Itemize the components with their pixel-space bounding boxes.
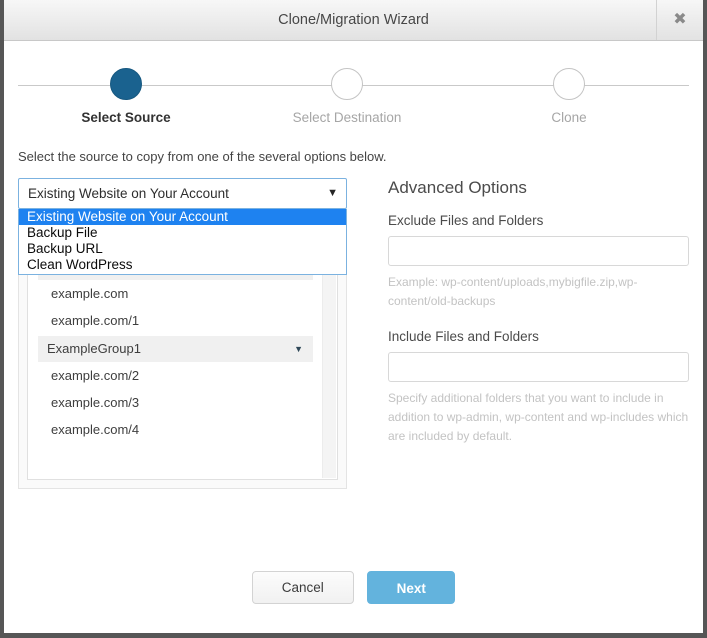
tree-item[interactable]: example.com/4 (28, 416, 323, 443)
tree-group-header[interactable]: ExampleGroup1 ▼ (38, 336, 313, 362)
source-select[interactable]: Existing Website on Your Account ▼ (18, 178, 347, 209)
include-files-input[interactable] (388, 352, 689, 382)
step-label-select-source: Select Source (26, 110, 226, 125)
step-label-select-destination: Select Destination (247, 110, 447, 125)
close-icon: ✖ (657, 0, 703, 40)
site-tree-scrollbar[interactable] (322, 244, 336, 478)
step-bubble-clone (553, 68, 585, 100)
chevron-down-icon: ▼ (327, 179, 338, 208)
advanced-options-column: Advanced Options Exclude Files and Folde… (388, 178, 689, 464)
cancel-button[interactable]: Cancel (252, 571, 354, 604)
tree-item[interactable]: example.com/3 (28, 389, 323, 416)
step-bubble-select-destination (331, 68, 363, 100)
wizard-content: Select the source to copy from one of th… (4, 149, 703, 489)
next-button[interactable]: Next (367, 571, 455, 604)
source-option-clean-wordpress[interactable]: Clean WordPress (19, 257, 346, 273)
wizard-footer: Cancel Next (4, 571, 703, 604)
wizard-window: Clone/Migration Wizard ✖ Select Source S… (0, 0, 707, 638)
source-select-options: Existing Website on Your Account Backup … (18, 209, 347, 275)
site-tree-scrollarea: ExampleGroup ▼ example.com example.com/1… (28, 243, 323, 479)
site-tree-list: ExampleGroup ▼ example.com example.com/1… (27, 242, 338, 480)
source-option-backup-file[interactable]: Backup File (19, 225, 346, 241)
source-option-backup-url[interactable]: Backup URL (19, 241, 346, 257)
exclude-files-input[interactable] (388, 236, 689, 266)
tree-item[interactable]: example.com (28, 280, 323, 307)
instruction-text: Select the source to copy from one of th… (18, 149, 689, 164)
step-select-source[interactable]: Select Source (26, 57, 226, 125)
tree-group-label: ExampleGroup1 (47, 336, 141, 362)
step-clone[interactable]: Clone (469, 57, 669, 125)
exclude-field-label: Exclude Files and Folders (388, 213, 689, 228)
step-label-clone: Clone (469, 110, 669, 125)
exclude-field-help: Example: wp-content/uploads,mybigfile.zi… (388, 273, 689, 311)
chevron-down-icon: ▼ (294, 336, 303, 362)
source-select-value: Existing Website on Your Account (28, 179, 229, 208)
include-field-help: Specify additional folders that you want… (388, 389, 689, 446)
include-field-label: Include Files and Folders (388, 329, 689, 344)
close-button[interactable]: ✖ (656, 0, 703, 40)
step-select-destination[interactable]: Select Destination (247, 57, 447, 125)
advanced-options-title: Advanced Options (388, 178, 689, 198)
source-option-existing-website[interactable]: Existing Website on Your Account (19, 209, 346, 225)
window-titlebar: Clone/Migration Wizard ✖ (4, 0, 703, 41)
wizard-stepper: Select Source Select Destination Clone (4, 57, 703, 133)
tree-item[interactable]: example.com/1 (28, 307, 323, 334)
step-bubble-select-source (110, 68, 142, 100)
tree-item[interactable]: example.com/2 (28, 362, 323, 389)
content-columns: Existing Website on Your Account ▼ Exist… (18, 178, 689, 489)
source-column: Existing Website on Your Account ▼ Exist… (18, 178, 347, 489)
source-select-wrapper: Existing Website on Your Account ▼ Exist… (18, 178, 347, 209)
window-title: Clone/Migration Wizard (4, 0, 703, 40)
